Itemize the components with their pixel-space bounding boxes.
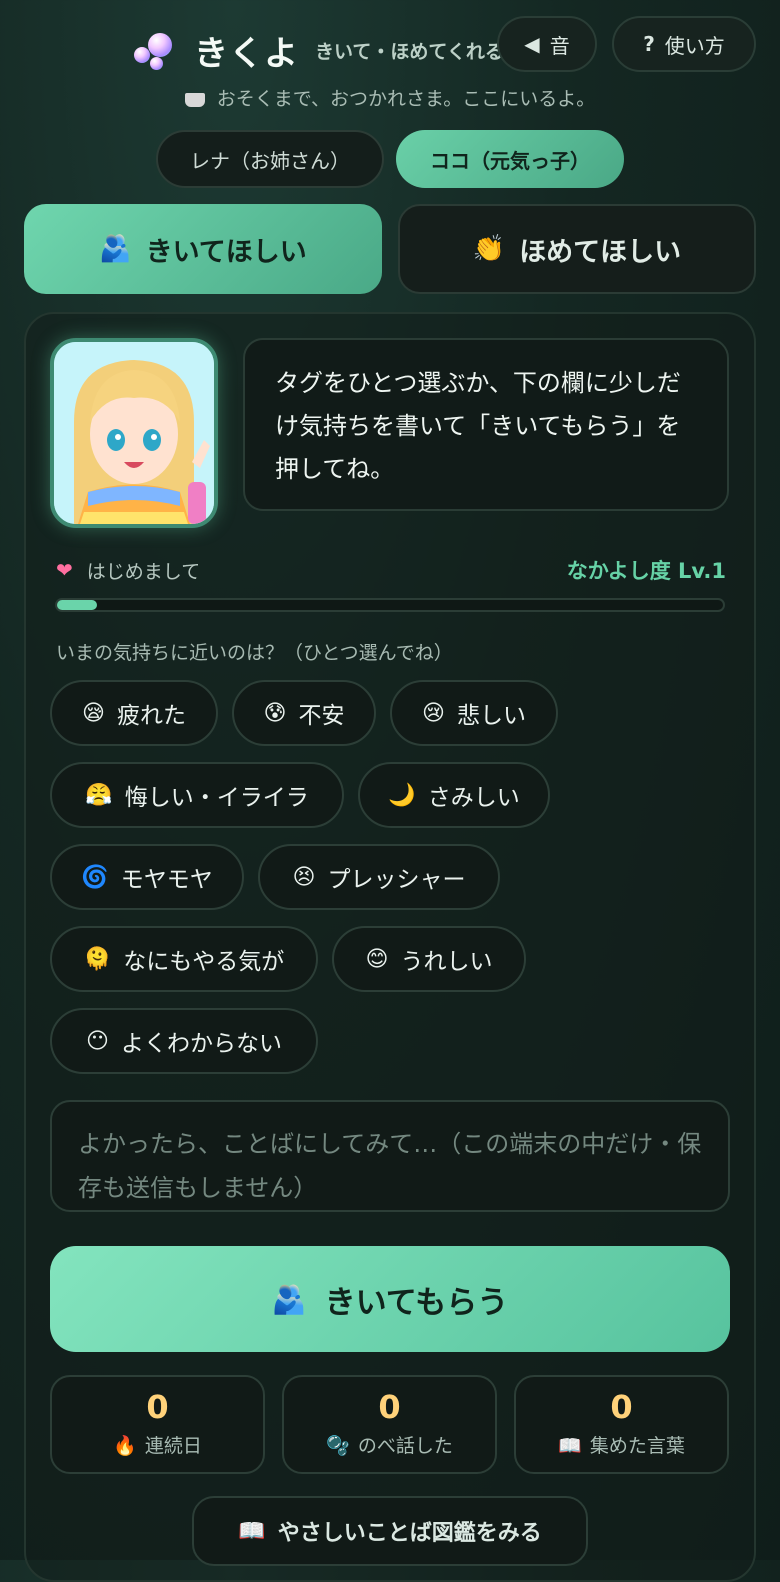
mode-listen-label: きいてほしい (145, 236, 307, 268)
fire-icon: 🔥 (113, 1435, 137, 1457)
mode-listen-button[interactable]: 🫂 きいてほしい (24, 204, 382, 294)
stat-label: 連続日 (144, 1435, 202, 1457)
persevering-face-icon: 😣 (292, 864, 316, 890)
sleepy-face-icon: 😪 (82, 700, 105, 726)
tag-sad[interactable]: 😢 悲しい (390, 680, 558, 746)
spiral-icon: 🌀 (81, 864, 109, 890)
tagline: おそくまで、おつかれさま。ここにいるよ。 (0, 84, 780, 111)
word-dex-button[interactable]: 📖 やさしいことば図鑑をみる (192, 1496, 588, 1566)
tag-lonely[interactable]: 🌙 さみしい (358, 762, 550, 828)
character-avatar (50, 338, 218, 528)
friendship-level: なかよし度 Lv.1 (566, 559, 726, 583)
mode-praise-label: ほめてほしい (519, 236, 682, 268)
friendship-progress-fill (57, 600, 97, 610)
feeling-prompt: いまの気持ちに近いのは？（ひとつ選んでね） (56, 642, 453, 664)
tag-foggy[interactable]: 🌀 モヤモヤ (50, 844, 244, 910)
moon-icon: 🌙 (388, 782, 416, 808)
tag-label: プレッシャー (327, 867, 466, 893)
stat-total-talks: 0 🫧 のべ話した (282, 1375, 497, 1474)
book-icon: 📖 (238, 1518, 266, 1544)
tag-label: うれしい (400, 949, 493, 975)
help-button[interactable]: ? 使い方 (612, 16, 756, 72)
relationship-status: ❤ はじめまして (56, 557, 200, 584)
stat-value: 0 (610, 1388, 633, 1426)
app-header: きくよ きいて・ほめてくれる部屋 ◀ 音 ? 使い方 おそくまで、おつかれさま。… (0, 0, 780, 130)
tag-happy[interactable]: 😊 うれしい (332, 926, 526, 992)
stat-label: のべ話した (357, 1435, 453, 1457)
stat-streak: 0 🔥 連続日 (50, 1375, 265, 1474)
help-label: 使い方 (664, 33, 725, 58)
question-icon: ? (643, 32, 655, 56)
tag-label: 悲しい (456, 703, 526, 729)
tag-label: よくわからない (120, 1031, 282, 1057)
character-tab-coco[interactable]: ココ（元気っ子） (396, 130, 624, 188)
app-logo: きくよ きいて・ほめてくれる部屋 (134, 26, 542, 75)
mode-selector: 🫂 きいてほしい 👏 ほめてほしい (24, 204, 756, 294)
tag-label: 疲れた (116, 703, 186, 729)
anxious-face-icon: 😰 (263, 700, 287, 726)
tag-label: 悔しい・イライラ (124, 785, 309, 811)
tag-label: さみしい (427, 785, 520, 811)
word-dex-label: やさしいことば図鑑をみる (277, 1521, 542, 1546)
blank-face-icon: 😶 (86, 1028, 109, 1054)
heart-icon: ❤ (56, 558, 73, 582)
steam-face-icon: 😤 (85, 782, 113, 808)
bubbles-icon (134, 31, 174, 71)
submit-listen-button[interactable]: 🫂 きいてもらう (50, 1246, 730, 1352)
stat-label: 集めた言葉 (589, 1435, 685, 1457)
tag-frustrated[interactable]: 😤 悔しい・イライラ (50, 762, 344, 828)
tag-pressure[interactable]: 😣 プレッシャー (258, 844, 500, 910)
hug-icon: 🫂 (99, 234, 132, 264)
tag-tired[interactable]: 😪 疲れた (50, 680, 218, 746)
stat-value: 0 (146, 1388, 169, 1426)
mode-praise-button[interactable]: 👏 ほめてほしい (398, 204, 756, 294)
submit-label: きいてもらう (324, 1284, 509, 1321)
character-portrait (54, 342, 214, 524)
stat-value: 0 (378, 1388, 401, 1426)
tagline-text: おそくまで、おつかれさま。ここにいるよ。 (216, 88, 596, 110)
tag-label: 不安 (298, 703, 345, 729)
character-speech-bubble: タグをひとつ選ぶか、下の欄に少しだけ気持ちを書いて「きいてもらう」を押してね。 (243, 338, 729, 511)
tag-label: なにもやる気が (123, 949, 285, 975)
relationship-status-text: はじめまして (86, 560, 201, 583)
tag-unmotivated[interactable]: 🫠 なにもやる気が (50, 926, 318, 992)
relationship-row: ❤ はじめまして なかよし度 Lv.1 (56, 555, 726, 585)
clap-icon: 👏 (472, 234, 506, 264)
book-icon: 📖 (558, 1435, 582, 1457)
sound-button[interactable]: ◀ 音 (497, 16, 597, 72)
sound-label: 音 (549, 33, 570, 58)
character-tab-lena[interactable]: レナ（お姉さん） (156, 130, 384, 188)
friendship-progress-bar (55, 598, 725, 612)
smiling-face-icon: 😊 (365, 946, 389, 972)
tag-label: モヤモヤ (120, 867, 213, 893)
tag-unsure[interactable]: 😶 よくわからない (50, 1008, 318, 1074)
tag-anxious[interactable]: 😰 不安 (232, 680, 376, 746)
app-title: きくよ (194, 34, 299, 74)
crying-face-icon: 😢 (422, 700, 445, 726)
speaker-icon: ◀ (524, 32, 540, 56)
teacup-icon (184, 93, 205, 107)
melting-face-icon: 🫠 (83, 946, 112, 972)
feeling-text-input[interactable]: よかったら、ことばにしてみて…（この端末の中だけ・保存も送信もしません） (50, 1100, 730, 1212)
character-selector: レナ（お姉さん） ココ（元気っ子） (0, 130, 780, 188)
bubbles-icon: 🫧 (326, 1435, 350, 1457)
hug-icon: 🫂 (271, 1282, 307, 1316)
stat-collected-words: 0 📖 集めた言葉 (514, 1375, 729, 1474)
